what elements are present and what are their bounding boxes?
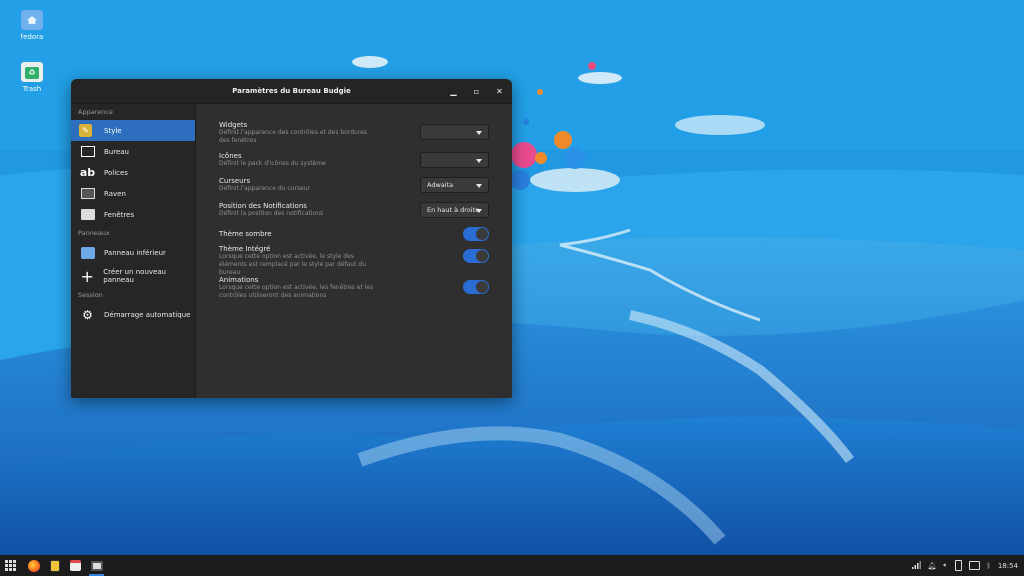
setting-icons: Icônes Définit le pack d'icônes du systè…: [219, 152, 489, 168]
setting-description: Définit la position des notifications: [219, 210, 324, 217]
taskbar-rhythmbox[interactable]: [44, 555, 65, 576]
bluetooth-icon[interactable]: ᛒ: [987, 562, 991, 570]
window-title: Paramètres du Bureau Budgie: [232, 87, 351, 95]
desktop-icon-trash[interactable]: ♻ Trash: [7, 62, 57, 93]
dropdown-value: Adwaita: [427, 181, 454, 189]
plus-icon: +: [80, 266, 94, 286]
setting-cursors: Curseurs Définit l'apparence du curseur …: [219, 177, 489, 193]
animations-toggle[interactable]: [463, 280, 489, 294]
setting-description: Définit l'apparence du curseur: [219, 185, 311, 192]
taskbar-software[interactable]: [65, 555, 86, 576]
chevron-down-icon: [476, 209, 482, 213]
toggle-knob: [476, 281, 488, 293]
setting-notifications: Position des Notifications Définit la po…: [219, 202, 489, 218]
signal-icon[interactable]: [911, 560, 921, 571]
sidebar-item-label: Bureau: [104, 147, 129, 156]
firefox-icon: [27, 559, 40, 572]
setting-animations: Animations Lorsque cette option est acti…: [219, 276, 489, 300]
app-menu-button[interactable]: [0, 555, 21, 576]
taskbar-budgie-settings[interactable]: [86, 555, 107, 576]
minimize-button[interactable]: ▁: [449, 87, 458, 96]
panel-icon: [79, 246, 96, 261]
autostart-icon: ⚙: [82, 308, 93, 322]
chevron-down-icon: [476, 131, 482, 135]
chevron-down-icon: [476, 184, 482, 188]
style-settings-panel: Widgets Définit l'apparence des contrôle…: [196, 104, 512, 398]
toggle-knob: [476, 250, 488, 262]
software-icon: [70, 560, 81, 571]
toggle-knob: [476, 228, 488, 240]
close-button[interactable]: ✕: [495, 87, 504, 96]
fonts-icon: ab: [79, 166, 96, 179]
maximize-button[interactable]: ▫: [472, 87, 481, 96]
setting-description: Lorsque cette option est activée, les fe…: [219, 284, 374, 299]
setting-description: Lorsque cette option est activée, le sty…: [219, 253, 367, 276]
sidebar-item-label: Créer un nouveau panneau: [103, 268, 167, 284]
desktop-icon-label: Trash: [22, 85, 42, 93]
sidebar: Apparence ✎ Style Bureau ab Polices Rave…: [71, 104, 196, 398]
taskbar-firefox[interactable]: [23, 555, 44, 576]
folder-home-icon: [21, 10, 43, 30]
section-heading-session: Session: [78, 291, 103, 299]
style-icon: ✎: [79, 124, 92, 137]
taskbar: 🔔︎ 🔈︎ ᛒ 18:54: [0, 555, 1024, 576]
desktop-icon-label: fedora: [20, 33, 44, 41]
window-titlebar[interactable]: Paramètres du Bureau Budgie ▁ ▫ ✕: [71, 79, 512, 104]
windows-icon: [79, 207, 96, 222]
system-tray: 🔔︎ 🔈︎ ᛒ 18:54: [911, 555, 1018, 576]
section-heading-panneaux: Panneaux: [78, 229, 110, 237]
sidebar-item-fenetres[interactable]: Fenêtres: [71, 204, 195, 225]
sidebar-item-polices[interactable]: ab Polices: [71, 162, 195, 183]
sidebar-item-demarrage[interactable]: ⚙ Démarrage automatique: [71, 303, 195, 327]
settings-window: Paramètres du Bureau Budgie ▁ ▫ ✕ Appare…: [71, 79, 512, 398]
sidebar-item-label: Style: [104, 126, 122, 135]
cursors-dropdown[interactable]: Adwaita: [420, 177, 489, 193]
keyboard-icon[interactable]: [968, 561, 980, 570]
sidebar-item-panneau-inferieur[interactable]: Panneau inférieur: [71, 241, 195, 265]
setting-dark-theme: Thème sombre: [219, 227, 489, 241]
sidebar-item-raven[interactable]: Raven: [71, 183, 195, 204]
clock[interactable]: 18:54: [998, 562, 1018, 570]
dark-theme-toggle[interactable]: [463, 227, 489, 241]
sidebar-item-style[interactable]: ✎ Style: [71, 120, 195, 141]
music-player-icon: [49, 559, 60, 572]
builtin-theme-toggle[interactable]: [463, 249, 489, 263]
dropdown-value: En haut à droite: [427, 206, 480, 214]
sidebar-item-label: Panneau inférieur: [104, 249, 166, 257]
notifications-bell-icon[interactable]: 🔔︎: [928, 562, 937, 570]
setting-builtin-theme: Thème Intégré Lorsque cette option est a…: [219, 245, 489, 277]
setting-label: Animations: [219, 276, 259, 284]
grid-icon: [5, 560, 16, 571]
setting-label: Thème sombre: [219, 230, 272, 238]
setting-description: Définit l'apparence des contrôles et des…: [219, 129, 367, 144]
sidebar-item-creer-panneau[interactable]: + Créer un nouveau panneau: [71, 265, 195, 287]
desktop-icon: [79, 144, 96, 159]
chevron-down-icon: [476, 159, 482, 163]
volume-icon[interactable]: 🔈︎: [943, 561, 947, 570]
sidebar-item-bureau[interactable]: Bureau: [71, 141, 195, 162]
sidebar-item-label: Raven: [104, 189, 126, 198]
battery-icon[interactable]: [954, 560, 962, 571]
section-heading-apparence: Apparence: [78, 108, 113, 116]
setting-widgets: Widgets Définit l'apparence des contrôle…: [219, 121, 489, 145]
setting-description: Définit le pack d'icônes du système: [219, 160, 326, 167]
widgets-dropdown[interactable]: [420, 124, 489, 140]
desktop-icon-fedora[interactable]: fedora: [7, 10, 57, 41]
sidebar-item-label: Polices: [104, 168, 128, 177]
raven-icon: [79, 186, 96, 201]
sidebar-item-label: Démarrage automatique: [104, 311, 191, 319]
icons-dropdown[interactable]: [420, 152, 489, 168]
sidebar-item-label: Fenêtres: [104, 210, 135, 219]
trash-icon: ♻: [21, 62, 43, 82]
notification-position-dropdown[interactable]: En haut à droite: [420, 202, 489, 218]
settings-app-icon: [90, 560, 103, 571]
setting-label: Thème Intégré: [219, 245, 271, 253]
